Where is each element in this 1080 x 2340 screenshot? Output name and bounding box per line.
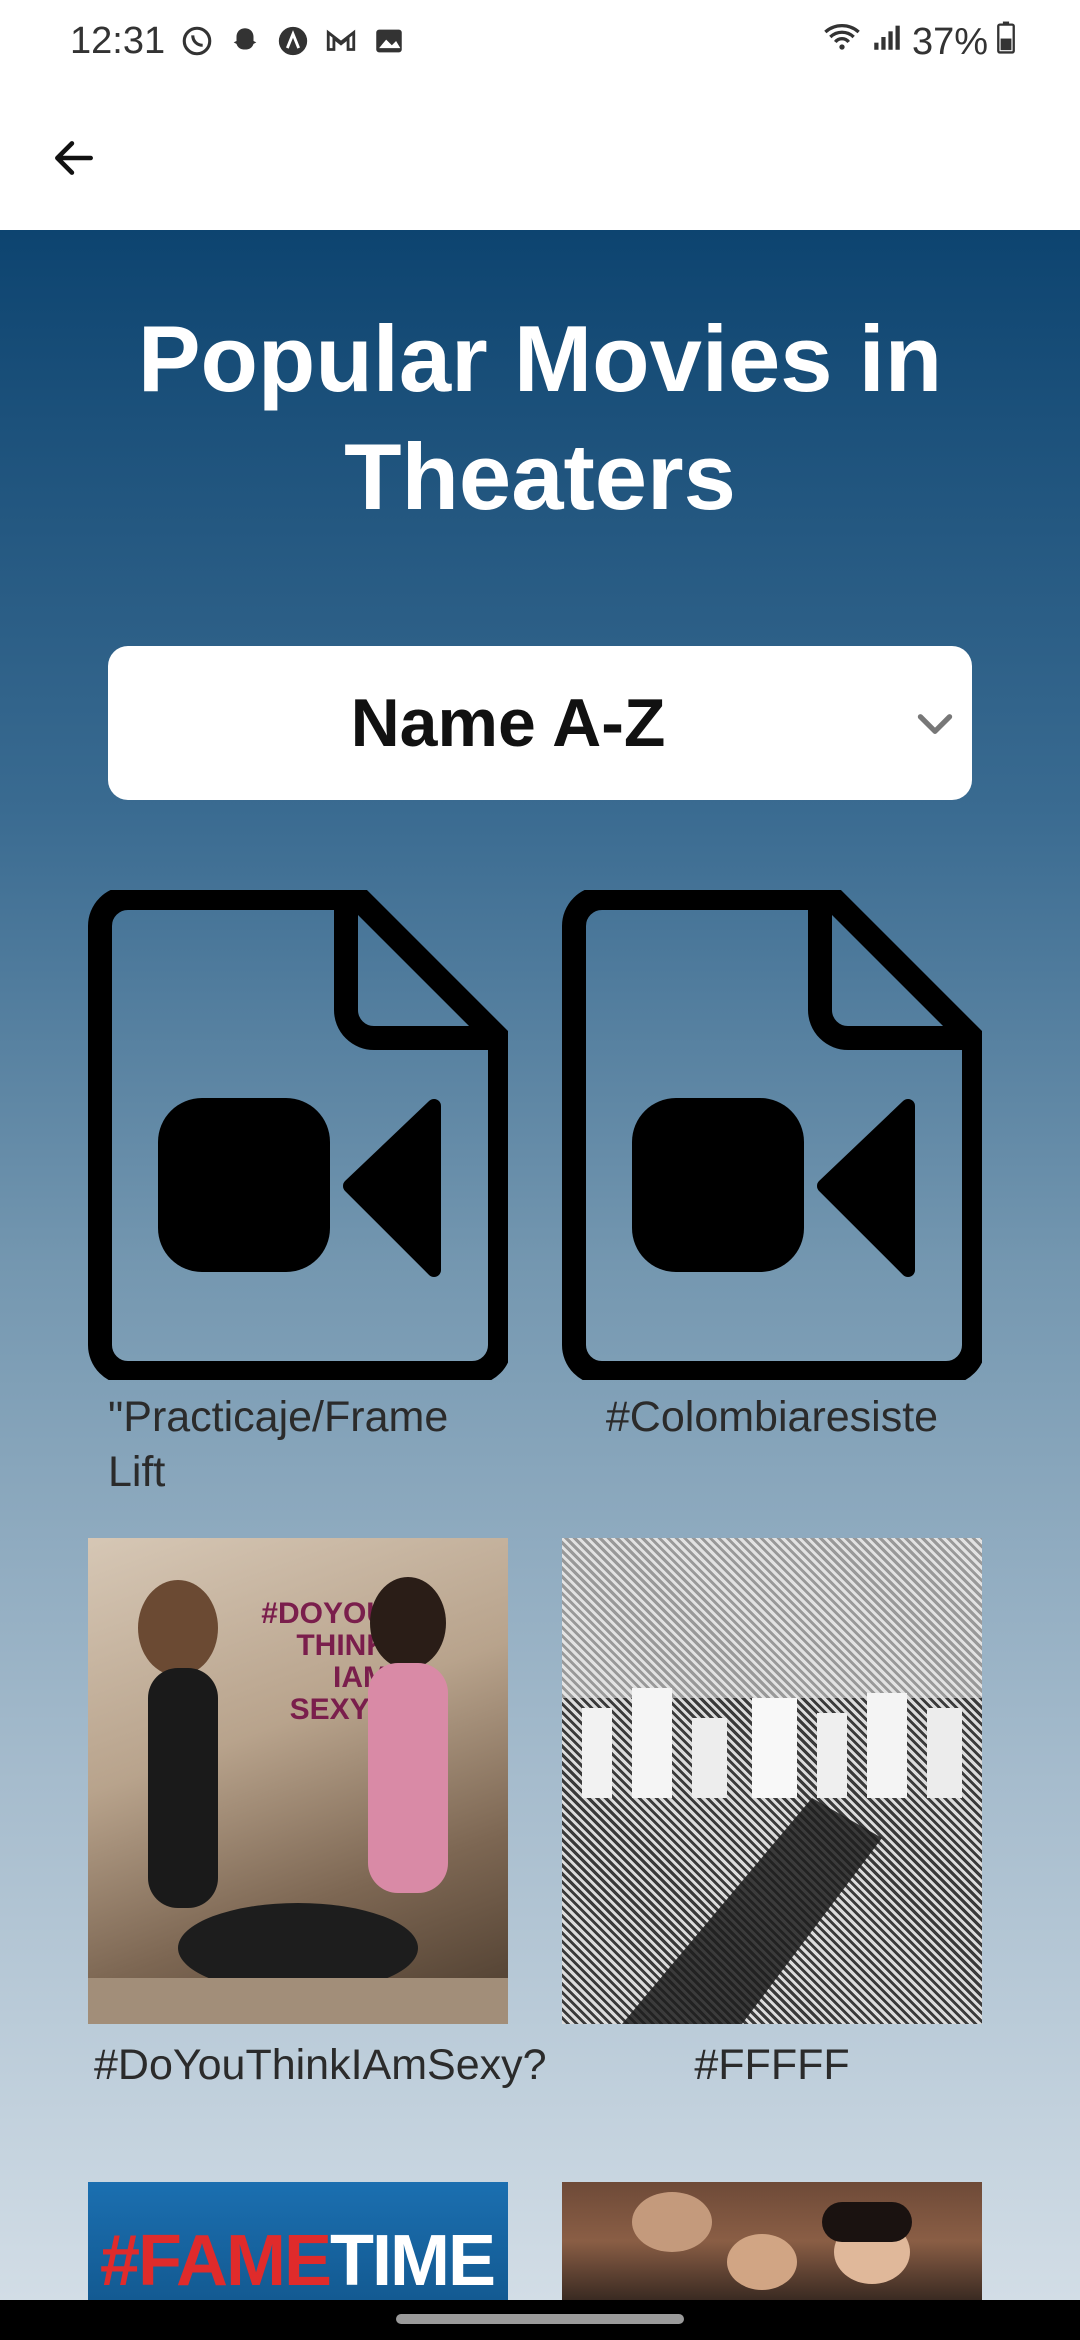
signal-icon [870,20,904,64]
movie-poster: #DOYOU THINK IAM SEXY? [88,1538,508,2024]
notification-icons [178,22,408,60]
movie-poster: #FAMETIME [88,2182,508,2300]
status-time: 12:31 [70,20,166,62]
wifi-icon [822,20,862,64]
app-icon [274,22,312,60]
battery-percent: 37% [911,20,988,63]
main-content: Popular Movies in Theaters Name A-Z "Pra… [0,230,1080,2300]
home-gesture-handle[interactable] [396,2314,684,2324]
sort-selected-value: Name A-Z [350,685,666,761]
movie-card[interactable]: #FAMETIME [88,2182,508,2300]
status-indicators: 37% [822,20,1016,64]
video-file-icon [562,890,982,1380]
system-nav-bar [0,2300,1080,2340]
gmail-icon [322,22,360,60]
app-bar [0,86,1080,230]
movie-title: #FFFFF [694,2041,850,2089]
movie-card[interactable]: #DOYOU THINK IAM SEXY? #DoYouThinkIAmSex… [88,1538,547,2138]
poster-text: #FAMETIME [100,2221,496,2300]
movie-card[interactable]: "Practicaje/Frame Lift [88,890,508,1496]
back-button[interactable] [40,124,108,192]
poster-people-image [632,2192,912,2290]
movie-title: #Colombiaresiste [605,1393,939,1441]
page-title: Popular Movies in Theaters [137,306,943,529]
battery-icon [996,20,1016,64]
movie-title: #DoYouThinkIAmSexy? [94,2041,547,2089]
movie-card[interactable]: #Colombiaresiste [562,890,982,1441]
movie-card[interactable] [562,2182,982,2300]
movie-title: "Practicaje/Frame Lift [108,1393,449,1496]
video-file-icon [88,890,508,1380]
whatsapp-icon [178,22,216,60]
movie-card[interactable]: #FFFFF [562,1538,982,2138]
sort-dropdown[interactable]: Name A-Z [108,646,972,800]
poster-city-image [562,1538,982,2024]
chevron-down-icon [917,714,953,734]
poster-figures-image [88,1577,508,2024]
snapchat-icon [226,22,264,60]
gallery-icon [370,22,408,60]
movie-poster [562,2182,982,2300]
movie-poster [562,1538,982,2024]
arrow-left-icon [55,141,93,175]
status-bar: 12:31 37% [0,0,1080,86]
